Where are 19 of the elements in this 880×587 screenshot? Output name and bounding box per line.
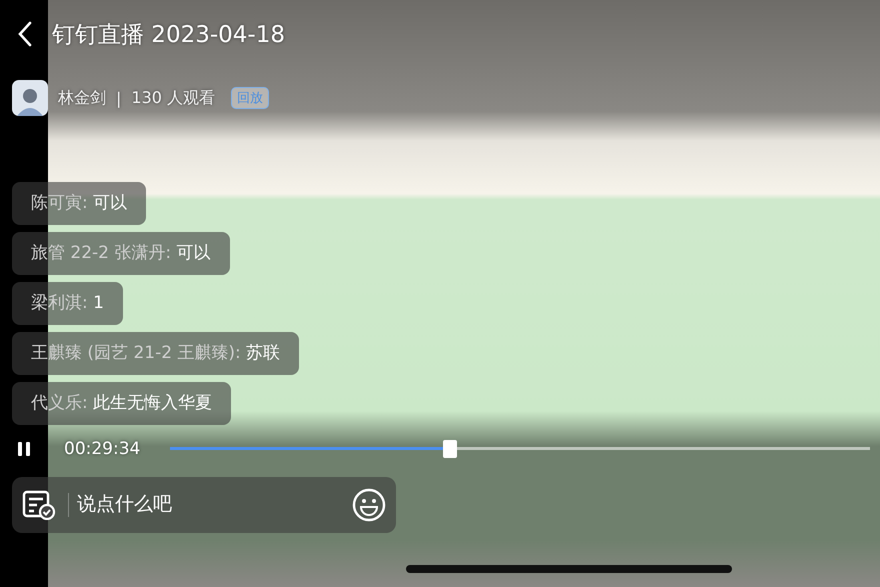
checklist-icon[interactable] xyxy=(22,490,56,520)
chat-message: 王麒臻 (园艺 21-2 王麒臻): 苏联 xyxy=(12,332,300,375)
pause-icon[interactable] xyxy=(17,441,31,457)
chat-message: 梁利淇: 1 xyxy=(12,282,123,325)
comment-input[interactable]: 说点什么吧 xyxy=(68,493,352,517)
chat-message: 代义乐: 此生无悔入华夏 xyxy=(12,382,232,425)
chat-message: 旅管 22-2 张潇丹: 可以 xyxy=(12,232,230,275)
comment-field[interactable]: 说点什么吧 xyxy=(12,477,396,533)
progress-thumb[interactable] xyxy=(443,440,457,458)
chat-message: 陈可寅: 可以 xyxy=(12,182,146,225)
separator: | xyxy=(116,88,122,108)
avatar-silhouette xyxy=(12,80,48,116)
playback-time: 00:29:34 xyxy=(64,439,142,459)
replay-badge: 回放 xyxy=(231,87,270,109)
back-icon[interactable] xyxy=(18,21,32,47)
host-name: 林金剑 xyxy=(58,88,106,108)
viewer-count: 130 人观看 xyxy=(131,88,216,108)
emoji-icon[interactable] xyxy=(352,488,386,522)
stream-title: 钉钉直播 2023-04-18 xyxy=(52,20,285,50)
